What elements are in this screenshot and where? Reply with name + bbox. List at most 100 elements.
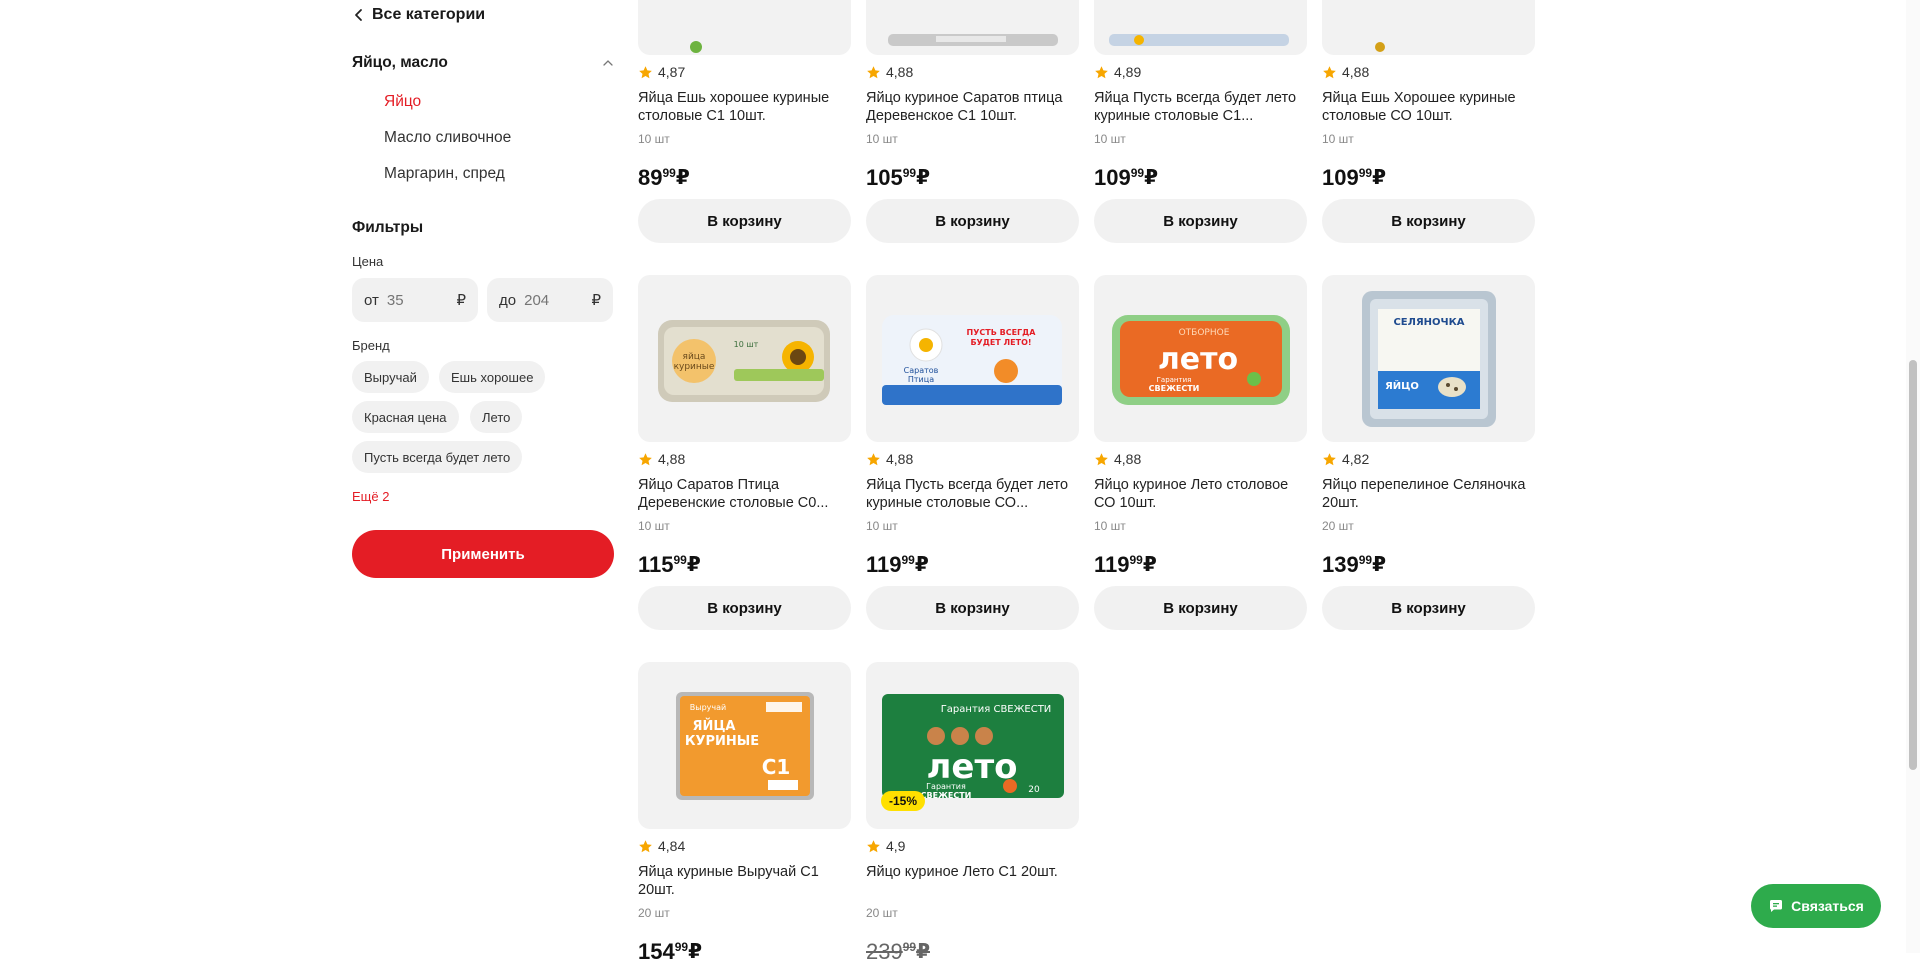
pack-text: 10 шт bbox=[734, 340, 759, 349]
currency-sign: ₽ bbox=[686, 554, 701, 576]
scrollbar-thumb[interactable] bbox=[1909, 360, 1917, 770]
product-image[interactable] bbox=[638, 0, 851, 55]
back-to-all-categories-link[interactable]: Все категории bbox=[352, 6, 485, 24]
brand-chip[interactable]: Красная цена bbox=[352, 401, 459, 433]
currency-sign: ₽ bbox=[1142, 554, 1157, 576]
back-link-label: Все категории bbox=[372, 6, 486, 23]
currency-sign: ₽ bbox=[456, 292, 466, 309]
add-to-cart-button[interactable]: В корзину bbox=[866, 199, 1079, 243]
product-title[interactable]: Яйца Пусть всегда будет лето куриные сто… bbox=[866, 476, 1079, 512]
rating-value: 4,9 bbox=[886, 838, 906, 854]
brand-chip[interactable]: Выручай bbox=[352, 361, 429, 393]
brand-chip[interactable]: Пусть всегда будет лето bbox=[352, 441, 523, 473]
product-title[interactable]: Яйца куриные Выручай С1 20шт. bbox=[638, 863, 851, 899]
product-rating: 4,88 bbox=[866, 451, 913, 467]
product-quantity: 10 шт bbox=[1322, 132, 1354, 146]
rating-value: 4,88 bbox=[886, 64, 914, 80]
pack-text: Гарантия bbox=[1157, 376, 1192, 384]
currency-sign: ₽ bbox=[688, 941, 702, 963]
product-image[interactable] bbox=[1094, 0, 1307, 55]
pack-text: лето bbox=[1158, 342, 1238, 377]
apply-filters-button[interactable]: Применить bbox=[352, 530, 614, 578]
category-title: Яйцо, масло bbox=[352, 54, 448, 71]
pack-text: Саратов bbox=[904, 366, 939, 375]
subcategory-margarine[interactable]: Маргарин, спред bbox=[384, 165, 505, 183]
chevron-left-icon bbox=[355, 9, 362, 21]
price-from-field[interactable]: от ₽ bbox=[352, 278, 478, 322]
price-dec: 99 bbox=[673, 553, 687, 567]
product-price: 154 99 ₽ bbox=[638, 939, 702, 965]
pack-text: СВЕЖЕСТИ bbox=[1149, 384, 1200, 393]
product-image[interactable]: Гарантия СВЕЖЕСТИ лето Гарантия СВЕЖЕСТИ… bbox=[866, 662, 1079, 829]
page-scrollbar[interactable] bbox=[1906, 0, 1920, 953]
product-image[interactable]: СЕЛЯНОЧКА ЯЙЦО bbox=[1322, 275, 1535, 442]
product-price: 109 99 ₽ bbox=[1094, 165, 1158, 191]
product-quantity: 20 шт bbox=[1322, 519, 1354, 533]
product-image[interactable]: яйца куриные 10 шт bbox=[638, 275, 851, 442]
add-to-cart-button[interactable]: В корзину bbox=[1322, 199, 1535, 243]
subcategory-butter[interactable]: Масло сливочное bbox=[384, 129, 511, 147]
product-image[interactable]: ОТБОРНОЕ лето Гарантия СВЕЖЕСТИ bbox=[1094, 275, 1307, 442]
product-price: 119 99 ₽ bbox=[1094, 552, 1157, 578]
currency-sign: ₽ bbox=[1144, 167, 1158, 189]
rating-value: 4,89 bbox=[1114, 64, 1142, 80]
product-old-price: 239 99 ₽ bbox=[866, 939, 930, 965]
product-rating: 4,89 bbox=[1094, 64, 1141, 80]
product-title[interactable]: Яйцо куриное Лето С1 20шт. bbox=[866, 863, 1079, 881]
price-to-input[interactable] bbox=[524, 291, 583, 309]
subcategory-eggs[interactable]: Яйцо bbox=[384, 93, 421, 111]
product-title[interactable]: Яйцо Саратов Птица Деревенские столовые … bbox=[638, 476, 851, 512]
product-rating: 4,84 bbox=[638, 838, 685, 854]
product-image[interactable] bbox=[1322, 0, 1535, 55]
price-dec: 99 bbox=[901, 553, 915, 567]
price-from-input[interactable] bbox=[386, 291, 445, 309]
star-icon bbox=[867, 65, 880, 78]
discount-badge: -15% bbox=[881, 791, 926, 811]
pack-text: 20 bbox=[1028, 785, 1040, 795]
contact-button[interactable]: Связаться bbox=[1751, 884, 1881, 928]
price-int: 109 bbox=[1094, 165, 1131, 190]
product-quantity: 20 шт bbox=[866, 906, 898, 920]
product-title[interactable]: Яйца Пусть всегда будет лето куриные сто… bbox=[1094, 89, 1307, 125]
product-rating: 4,9 bbox=[866, 838, 905, 854]
pack-text: куриные bbox=[674, 362, 715, 372]
product-title[interactable]: Яйца Ешь Хорошее куриные столовые СО 10ш… bbox=[1322, 89, 1535, 125]
pack-text: яйца bbox=[683, 352, 706, 362]
product-price: 139 99 ₽ bbox=[1322, 552, 1386, 578]
product-title[interactable]: Яйца Ешь хорошее куриные столовые С1 10ш… bbox=[638, 89, 851, 125]
star-icon bbox=[639, 65, 652, 78]
rating-value: 4,84 bbox=[658, 838, 686, 854]
price-from-prefix: от bbox=[364, 291, 379, 309]
show-more-brands-link[interactable]: Ещё 2 bbox=[352, 489, 389, 504]
rating-value: 4,82 bbox=[1342, 451, 1370, 467]
product-title[interactable]: Яйцо куриное Лето столовое СО 10шт. bbox=[1094, 476, 1307, 512]
price-dec: 99 bbox=[674, 940, 689, 954]
brand-chip[interactable]: Ешь хорошее bbox=[439, 361, 546, 393]
filters-title: Фильтры bbox=[352, 219, 424, 236]
price-to-field[interactable]: до ₽ bbox=[487, 278, 613, 322]
pack-text: Гарантия СВЕЖЕСТИ bbox=[941, 704, 1052, 715]
add-to-cart-button[interactable]: В корзину bbox=[1094, 199, 1307, 243]
add-to-cart-button[interactable]: В корзину bbox=[866, 586, 1079, 630]
currency-sign: ₽ bbox=[591, 292, 601, 309]
product-title[interactable]: Яйцо куриное Саратов птица Деревенское С… bbox=[866, 89, 1079, 125]
brand-chip[interactable]: Лето bbox=[470, 401, 523, 433]
product-image[interactable]: Выручай ЯЙЦА КУРИНЫЕ С1 bbox=[638, 662, 851, 829]
add-to-cart-button[interactable]: В корзину bbox=[638, 586, 851, 630]
product-image[interactable] bbox=[866, 0, 1079, 55]
star-icon bbox=[1095, 65, 1108, 78]
rating-value: 4,88 bbox=[1114, 451, 1142, 467]
product-price: 119 99 ₽ bbox=[866, 552, 929, 578]
rating-value: 4,88 bbox=[658, 451, 686, 467]
add-to-cart-button[interactable]: В корзину bbox=[1322, 586, 1535, 630]
chevron-up-icon[interactable] bbox=[602, 57, 614, 69]
product-price: 115 99 ₽ bbox=[638, 552, 701, 578]
add-to-cart-button[interactable]: В корзину bbox=[1094, 586, 1307, 630]
add-to-cart-button[interactable]: В корзину bbox=[638, 199, 851, 243]
category-header[interactable]: Яйцо, масло bbox=[352, 54, 614, 72]
product-title[interactable]: Яйцо перепелиное Селяночка 20шт. bbox=[1322, 476, 1535, 512]
product-image[interactable]: ПУСТЬ ВСЕГДА БУДЕТ ЛЕТО! Саратов Птица bbox=[866, 275, 1079, 442]
star-icon bbox=[1323, 65, 1336, 78]
price-int: 119 bbox=[866, 552, 902, 577]
pack-text: ПУСТЬ ВСЕГДА bbox=[967, 328, 1037, 337]
